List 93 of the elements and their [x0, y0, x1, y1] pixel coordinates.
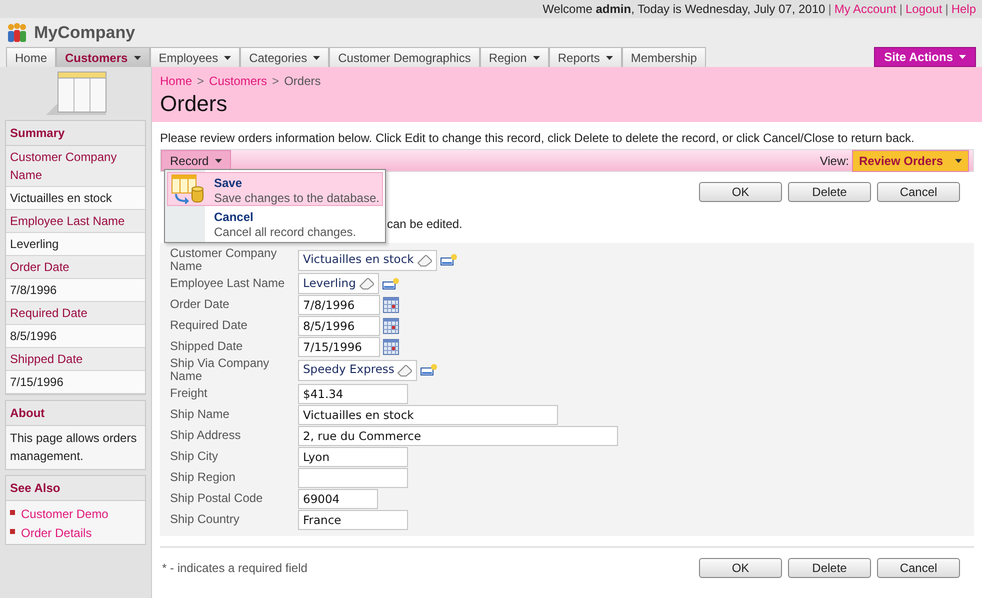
site-actions-button[interactable]: Site Actions: [874, 47, 976, 67]
field-label: Customer Company Name: [170, 247, 278, 273]
text-field[interactable]: Victuailles en stock: [298, 404, 558, 424]
new-item-icon[interactable]: [440, 253, 458, 267]
view-select[interactable]: Review Orders: [852, 150, 969, 172]
about-text: This page allows orders management.: [9, 430, 138, 465]
field-label: Ship Address: [170, 429, 242, 442]
nav-tab[interactable]: Membership: [622, 47, 706, 67]
required-note: * - indicates a required field: [162, 560, 308, 577]
action-button[interactable]: Delete: [788, 182, 871, 202]
nav-tab[interactable]: Employees: [150, 47, 240, 67]
welcome-text: Welcome admin, Today is Wednesday, July 07, 2010: [542, 1, 826, 17]
menu-item-description: Save changes to the database.: [214, 192, 380, 204]
text-field[interactable]: Lyon: [298, 446, 408, 466]
calendar-icon[interactable]: [383, 338, 399, 354]
separator: |: [945, 1, 948, 17]
nav-tab[interactable]: Customers: [56, 47, 150, 67]
instructions-text: Please review orders information below. Click Edit to change this record, click Delete to delete the record, or click Cancel/Close to return back.: [159, 130, 916, 147]
action-button[interactable]: Delete: [788, 558, 871, 578]
separator: |: [828, 1, 832, 17]
action-button[interactable]: OK: [699, 558, 782, 578]
summary-value: Victuailles en stock: [6, 187, 145, 210]
lookup-field[interactable]: Victuailles en stock: [298, 250, 437, 270]
summary-label: Shipped Date: [6, 348, 145, 371]
logo-text: MyCompany: [34, 22, 136, 44]
note-text: can be edited.: [387, 217, 462, 231]
field-label: Ship Region: [170, 471, 236, 484]
date-field[interactable]: 7/15/1996: [298, 336, 380, 356]
summary-value: Leverling: [6, 233, 145, 256]
calendar-icon[interactable]: [383, 296, 399, 312]
field-label: Ship Country: [170, 513, 240, 526]
eraser-icon[interactable]: [358, 277, 374, 290]
nav-tab[interactable]: Region: [480, 47, 549, 67]
summary-value: 7/15/1996: [6, 371, 145, 394]
see-also-header: See Also: [6, 476, 145, 501]
date-field[interactable]: 7/8/1996: [298, 294, 380, 314]
field-label: Ship City: [170, 450, 220, 463]
field-label: Ship Via Company Name: [170, 357, 270, 383]
caret-icon: [214, 158, 222, 162]
summary-value: 7/8/1996: [6, 279, 145, 302]
eraser-icon[interactable]: [397, 364, 412, 376]
text-field[interactable]: [298, 468, 408, 488]
summary-label: Customer Company Name: [6, 146, 145, 187]
new-item-icon[interactable]: [382, 276, 400, 290]
text-field[interactable]: France: [298, 510, 408, 530]
new-item-icon[interactable]: [420, 363, 438, 377]
people-logo-icon: [6, 22, 28, 42]
separator: |: [899, 1, 902, 17]
nav-tab[interactable]: Home: [6, 47, 56, 67]
menu-item[interactable]: Save Save changes to the database.: [167, 172, 383, 206]
lookup-field[interactable]: Speedy Express: [298, 360, 418, 380]
page-title: Orders: [160, 90, 228, 118]
summary-label: Order Date: [6, 256, 145, 279]
summary-label: Required Date: [6, 302, 145, 325]
action-button[interactable]: OK: [699, 182, 782, 202]
summary-header: Summary: [6, 121, 145, 146]
caret-icon: [955, 158, 962, 162]
record-menu-button[interactable]: Record: [161, 150, 231, 171]
sidebar-link[interactable]: Order Details: [21, 524, 92, 542]
view-label: View:: [820, 152, 849, 170]
menu-item[interactable]: Cancel Cancel all record changes.: [167, 206, 383, 240]
about-header: About: [6, 401, 145, 426]
breadcrumb-separator: >: [272, 73, 280, 90]
text-field[interactable]: $41.34: [298, 384, 408, 404]
field-label: Freight: [170, 387, 208, 400]
field-label: Ship Postal Code: [170, 492, 264, 505]
summary-value: 8/5/1996: [6, 325, 145, 348]
field-label: Ship Name: [170, 408, 230, 421]
text-field[interactable]: 2, rue du Commerce: [298, 426, 618, 446]
nav-tab[interactable]: Reports: [548, 47, 622, 67]
lookup-field[interactable]: Leverling: [298, 273, 379, 294]
text-field[interactable]: 69004: [298, 488, 378, 508]
field-label: Employee Last Name: [170, 277, 286, 290]
field-label: Shipped Date: [170, 340, 244, 353]
summary-label: Employee Last Name: [6, 210, 145, 233]
calendar-icon[interactable]: [383, 318, 399, 334]
sidebar-link[interactable]: Customer Demo: [21, 504, 108, 522]
action-button[interactable]: Cancel: [877, 182, 960, 202]
date-field[interactable]: 8/5/1996: [298, 316, 380, 336]
menu-item-title: Save: [214, 175, 244, 192]
action-button[interactable]: Cancel: [877, 558, 960, 578]
field-label: Order Date: [170, 298, 230, 311]
bullet-icon: [10, 510, 15, 515]
nav-tab[interactable]: Categories: [240, 47, 330, 67]
nav-tab[interactable]: Customer Demographics: [329, 47, 480, 67]
table-icon: [44, 71, 108, 117]
menu-item-title: Cancel: [214, 209, 254, 226]
breadcrumb-current: Orders: [284, 73, 321, 90]
bullet-icon: [10, 529, 15, 534]
menu-item-description: Cancel all record changes.: [214, 226, 356, 238]
breadcrumb-separator: >: [197, 73, 204, 90]
eraser-icon[interactable]: [416, 254, 432, 266]
field-label: Required Date: [170, 319, 248, 332]
